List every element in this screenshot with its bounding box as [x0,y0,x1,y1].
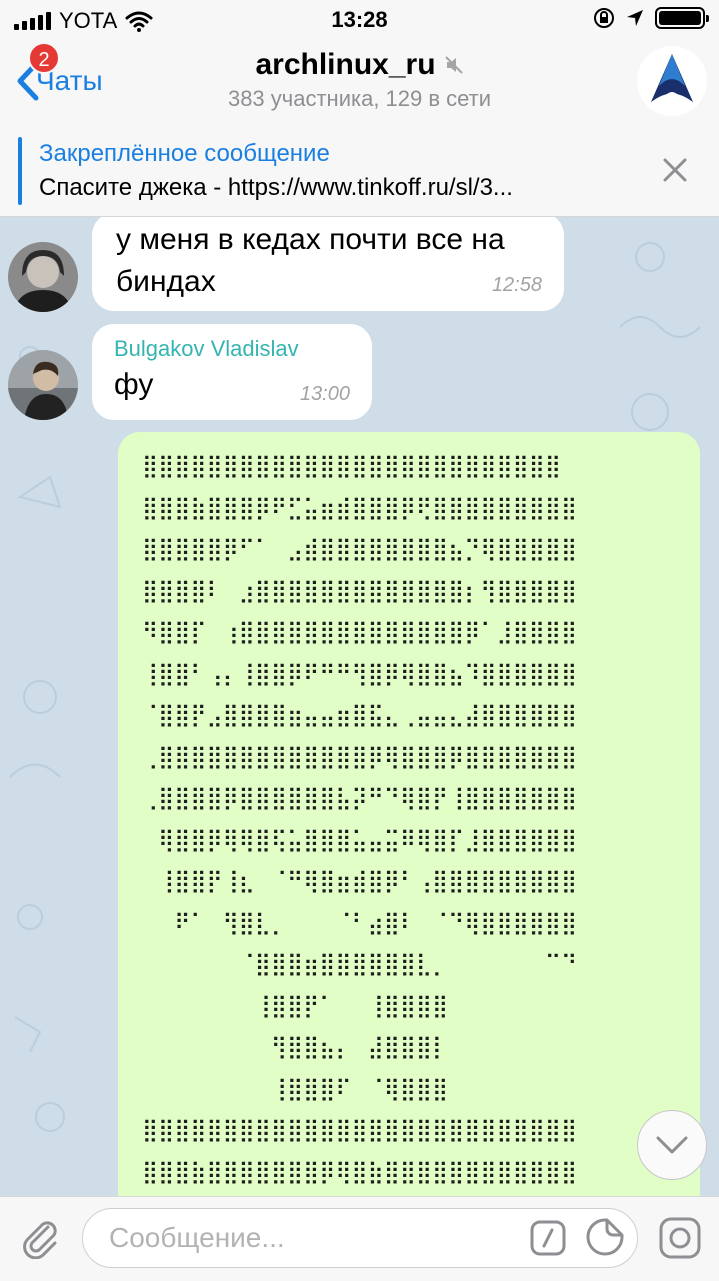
braille-art-line: ⠀⠀⠀⠀⠀⠀⠀⢸⣿⣿⡟⠁⠀⠀⢸⣿⣿⣿⣿⠀⠀⠀⠀⠀⠀⠀⠀ [142,993,578,1019]
braille-art-line: ⢀⣿⣿⣿⣿⡿⣿⣿⣿⣿⣿⣿⣧⡽⠛⠙⢿⣿⡟⢸⣿⣿⣿⣿⣿⣿⣿ [142,786,578,811]
braille-art-line: ⣿⣿⣿⣿⠇⠀⣰⣿⣿⣿⣿⣿⣿⣿⣿⣿⣿⣿⣿⣿⡆⢻⣿⣿⣿⣿⣿ [142,578,578,604]
braille-art-line: ⠀⠀⠟⠁⠀⢻⣿⣇⡀⠀⠀⠀⠈⠃⣴⣿⠇⠀⠈⠙⢿⣿⣿⣿⣿⣿⣿ [142,910,578,936]
location-icon [627,10,643,26]
braille-art-line: ⢸⣿⣿⠃⢠⡄⢸⣿⣿⡿⠟⠛⠛⢻⣿⡿⢿⣿⣿⣦⠹⣿⣿⣿⣿⣿⣿ [142,661,578,687]
braille-art-text: ⣿⣿⣿⣿⣿⣿⣿⣿⣿⣿⣿⣿⣿⣿⣿⣿⣿⣿⣿⣿⣿⣿⣿⣿⣿⣿ ⣿⣿⣿⣷⣿⣿⣿⡿⠟⣋⣥⣶⣾⣿… [142,446,577,1193]
braille-art-line: ⠀⢿⣿⣿⡿⢿⢿⣿⢯⣥⣿⣿⣿⣥⣤⣭⠿⢿⣿⡏⣸⣿⣿⣿⣿⣿⣿ [142,827,578,853]
message-input[interactable] [107,1221,521,1255]
message-time: 13:00 [299,383,350,405]
chat-header: Чаты 2 archlinux_ru 383 участника, 129 в… [0,40,719,125]
pinned-accent-bar [18,137,22,205]
avatar[interactable] [8,350,78,420]
braille-art-line: ⣿⣿⣿⣿⣿⣿⣿⣿⣿⣿⣿⣿⣿⣿⣿⣿⣿⣿⣿⣿⣿⣿⣿⣿⣿⣿⣿ [142,1118,578,1143]
message-text-cont: биндах [116,265,216,298]
archlinux-logo-icon [637,46,707,116]
orientation-lock-icon [594,8,614,28]
group-avatar[interactable] [637,46,707,116]
user-avatar-photo [8,242,78,312]
message-bubble[interactable]: Bulgakov Vladislav фу 13:00 [92,324,372,420]
paperclip-icon[interactable] [18,1215,62,1259]
bot-commands-icon[interactable] [529,1219,567,1257]
message-input-container[interactable] [82,1208,638,1268]
close-icon[interactable] [661,156,689,184]
pinned-message[interactable]: Закреплённое сообщение Спасите джека - h… [0,124,719,217]
braille-art-line: ⠀⠀⠀⠀⠀⠀⠀⠀⢸⣿⣿⣿⠏⠀⠈⢿⣿⣿⣿⠀⠀⠀⠀⠀⠀⠀⠀ [142,1076,578,1102]
chat-title: archlinux_ru [255,48,436,81]
status-right [593,7,709,29]
camera-icon[interactable] [657,1215,703,1261]
chat-title-group[interactable]: archlinux_ru 383 участника, 129 в сети [0,48,719,112]
braille-art-line: ⠻⣿⣿⡏⠀⢰⣿⣿⣿⣿⣿⣿⣿⣿⣿⣿⣿⣿⣿⣿⡿⠁⣸⣿⣿⣿⣿ [142,620,578,645]
status-bar: YOTA 13:28 [0,0,719,40]
braille-art-line: ⠀⢸⣿⣿⡟⢸⣆⠀⠈⠛⢿⣿⣶⣾⣿⡿⠃⢠⣿⣿⣿⣿⣿⣿⣿⣿⣿ [142,869,578,894]
braille-art-line: ⠈⣿⣿⡟⣠⣿⣿⣿⣿⣶⣤⣤⣶⣿⣯⣄⢀⣤⣤⣄⣼⣿⣿⣿⣿⣿⣿ [142,703,578,728]
user-avatar-photo [8,350,78,420]
braille-art-line: ⢀⣿⣿⣿⣿⣿⣿⣿⣿⣿⣿⣿⣿⣿⡿⢿⣿⣿⣿⡿⣿⣿⣿⣿⣿⣿⣿ [142,744,578,770]
braille-art-line: ⣿⣿⣿⣷⣿⣿⣿⡿⠟⣋⣥⣶⣾⣿⣿⣿⡿⢟⣿⣿⣿⣿⣿⣿⣿⣿⣿ [142,495,578,521]
braille-art-line: ⠀⠀⠀⠀⠀⠀⠀⠀⢻⣿⣿⣦⡄⠀⣼⣿⣿⣿⡇⠀⠀⠀⠀⠀⠀⠀⠀ [142,1035,578,1060]
pinned-text: Спасите джека - https://www.tinkoff.ru/s… [39,174,513,201]
mute-icon [444,56,463,74]
pinned-title: Закреплённое сообщение [39,140,330,167]
avatar[interactable] [8,242,78,312]
braille-art-line: ⠀⠀⠀⠀⠀⠀⠈⣿⣿⣿⣶⣿⣿⣿⣿⣿⣿⣇⡀⠀⠀⠀⠀⠀⠀⠉⠙ [142,952,578,977]
message-bubble-outgoing[interactable]: ⣿⣿⣿⣿⣿⣿⣿⣿⣿⣿⣿⣿⣿⣿⣿⣿⣿⣿⣿⣿⣿⣿⣿⣿⣿⣿ ⣿⣿⣿⣷⣿⣿⣿⡿⠟⣋⣥⣶⣾⣿… [118,432,700,1197]
sender-name[interactable]: Bulgakov Vladislav [114,336,299,362]
message-bubble[interactable]: у меня в кедах почти все на биндах 12:58 [92,217,564,311]
message-composer [0,1196,719,1281]
braille-art-line: ⣿⣿⣿⣷⣿⣿⣿⣿⣿⣿⣿⡿⢿⣿⣷⣿⣿⣿⣿⣿⣿⣿⣿⣿⣿⣿⣿ [142,1159,578,1185]
battery-icon [655,7,709,29]
braille-art-line: ⣿⣿⣿⣿⣿⡿⠋⠁⠀⣠⣾⣿⣿⣿⣿⣿⣿⣿⣿⣦⡙⢿⣿⣿⣿⣿⣿ [142,537,578,562]
message-text: фу [114,368,154,401]
message-time: 12:58 [491,274,542,296]
chat-members-count: 383 участника, 129 в сети [227,86,492,111]
sticker-icon[interactable] [585,1217,625,1257]
chevron-down-icon [656,1136,688,1154]
message-text: у меня в кедах почти все на [116,223,505,256]
message-list[interactable]: у меня в кедах почти все на биндах 12:58… [0,217,719,1197]
scroll-down-button[interactable] [637,1110,707,1180]
braille-art-line: ⣿⣿⣿⣿⣿⣿⣿⣿⣿⣿⣿⣿⣿⣿⣿⣿⣿⣿⣿⣿⣿⣿⣿⣿⣿⣿ [142,454,561,479]
